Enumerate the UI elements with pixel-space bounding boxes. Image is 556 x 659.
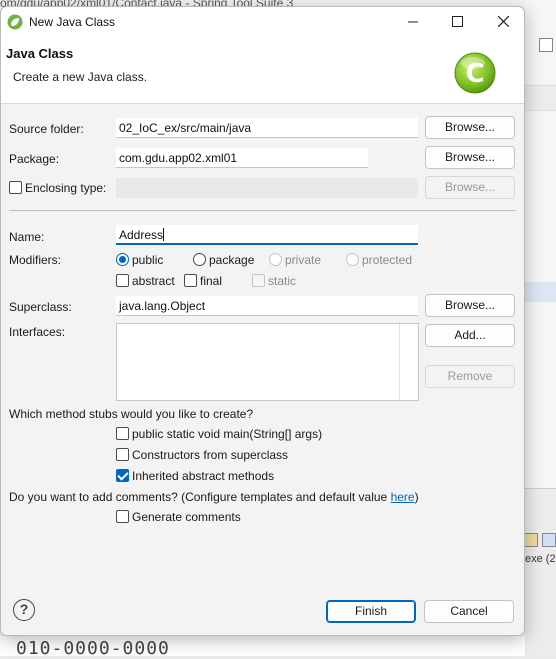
stub-inherited-label: Inherited abstract methods (132, 469, 275, 483)
enclosing-type-label: Enclosing type: (25, 181, 107, 195)
modifier-private-label: private (285, 253, 322, 267)
modifier-static-checkbox (252, 274, 265, 287)
help-icon[interactable]: ? (13, 599, 35, 621)
modifier-private-radio (269, 253, 282, 266)
dialog-header: Java Class Create a new Java class. C (1, 37, 524, 104)
stub-main-label: public static void main(String[] args) (132, 427, 323, 441)
modifier-package-label: package (209, 253, 255, 267)
modifier-final-checkbox[interactable] (184, 274, 197, 287)
interfaces-label: Interfaces: (9, 325, 66, 339)
background-right-panel: exe (2 (524, 0, 556, 656)
package-browse-button[interactable]: Browse... (425, 146, 515, 169)
enclosing-type-browse-button: Browse... (425, 176, 515, 199)
modifier-final-label: final (200, 274, 223, 288)
minimize-button[interactable] (398, 12, 428, 32)
configure-templates-link[interactable]: here (391, 490, 415, 504)
list-column-divider (399, 324, 400, 400)
modifier-protected-label: protected (362, 253, 413, 267)
maximize-button[interactable] (442, 12, 472, 32)
background-panel-strip (525, 85, 556, 111)
comments-question-text: Do you want to add comments? (Configure … (9, 490, 391, 504)
modifier-abstract-checkbox[interactable] (116, 274, 129, 287)
superclass-browse-button[interactable]: Browse... (425, 294, 515, 317)
superclass-input[interactable]: java.lang.Object (116, 296, 418, 316)
background-console-label: exe (2 (525, 553, 556, 565)
source-folder-input[interactable]: 02_IoC_ex/src/main/java (116, 118, 418, 138)
text-caret (163, 228, 165, 241)
modifier-abstract-label: abstract (132, 274, 175, 288)
modifier-public-radio[interactable] (116, 253, 129, 266)
background-selected-row (525, 282, 556, 302)
enclosing-type-checkbox[interactable] (9, 181, 22, 194)
background-console-panel (524, 488, 556, 656)
generate-comments-label: Generate comments (132, 510, 241, 524)
name-input-value: Address (119, 228, 164, 242)
new-java-class-dialog: New Java Class Java Class Create a new J… (0, 6, 525, 636)
svg-text:C: C (465, 59, 484, 89)
name-input[interactable]: Address (116, 225, 418, 245)
package-input[interactable]: com.gdu.app02.xml01 (116, 148, 368, 168)
stub-main-checkbox[interactable] (116, 427, 129, 440)
page-description: Create a new Java class. (13, 70, 148, 84)
stub-inherited-checkbox[interactable] (116, 469, 129, 482)
separator (9, 210, 516, 211)
spring-leaf-icon (7, 14, 23, 30)
dialog-titlebar[interactable]: New Java Class (1, 7, 524, 37)
package-label: Package: (9, 152, 60, 166)
modifiers-label: Modifiers: (9, 253, 62, 267)
source-folder-browse-button[interactable]: Browse... (425, 116, 515, 139)
method-stubs-question: Which method stubs would you like to cre… (9, 407, 254, 421)
maximize-icon (451, 16, 463, 27)
name-label: Name: (9, 230, 45, 244)
comments-question: Do you want to add comments? (Configure … (9, 490, 419, 504)
dialog-title: New Java Class (29, 15, 116, 29)
enclosing-type-input (116, 178, 418, 198)
finish-button[interactable]: Finish (326, 600, 416, 623)
java-class-icon: C (454, 52, 496, 94)
minimize-icon (408, 21, 418, 23)
interfaces-remove-button: Remove (425, 365, 515, 388)
background-console-icon (542, 533, 556, 547)
interfaces-add-button[interactable]: Add... (425, 324, 515, 347)
background-toolbar-icon (539, 38, 553, 52)
generate-comments-checkbox[interactable] (116, 510, 129, 523)
stub-constructors-checkbox[interactable] (116, 448, 129, 461)
close-icon (497, 15, 509, 28)
page-title: Java Class (6, 46, 74, 61)
cancel-button[interactable]: Cancel (424, 600, 514, 623)
superclass-label: Superclass: (9, 300, 72, 314)
background-console-icon (524, 533, 538, 547)
modifier-static-label: static (268, 274, 297, 288)
close-button[interactable] (488, 12, 518, 32)
source-folder-label: Source folder: (9, 122, 84, 136)
stub-constructors-label: Constructors from superclass (132, 448, 289, 462)
interfaces-list[interactable] (116, 323, 419, 401)
comments-question-end: ) (414, 490, 419, 504)
background-editor: 010-0000-0000 (0, 636, 525, 659)
modifier-public-label: public (132, 253, 164, 267)
modifier-protected-radio (346, 253, 359, 266)
modifier-package-radio[interactable] (193, 253, 206, 266)
